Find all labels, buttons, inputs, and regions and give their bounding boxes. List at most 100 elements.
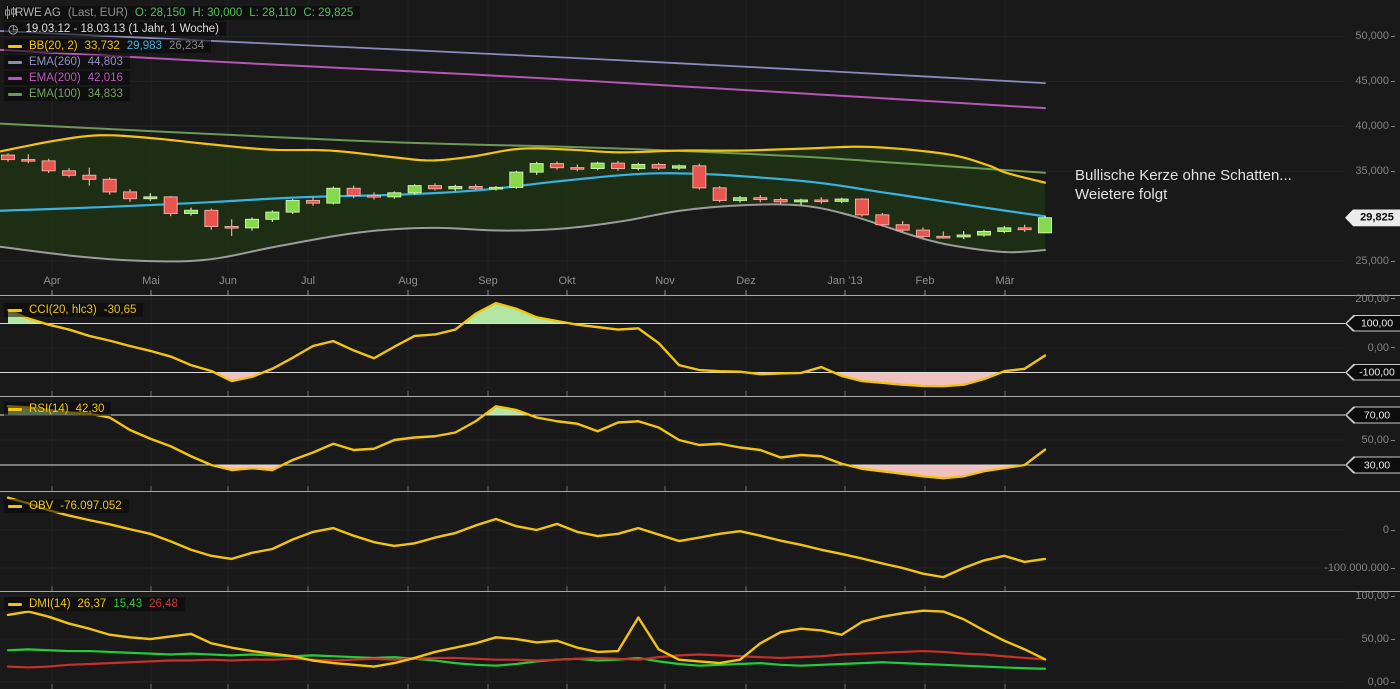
dmi-color-dash: [8, 602, 22, 606]
month-label: Nov: [655, 275, 675, 287]
chart-annotation[interactable]: Bullische Kerze ohne Schatten... Weieter…: [1075, 166, 1292, 204]
y-axis-label: 45,000: [1355, 75, 1395, 87]
y-axis-label: 0: [1383, 524, 1395, 536]
candle-body-down: [305, 199, 320, 204]
obv-name: OBV: [29, 500, 54, 512]
annotation-line-2: Weietere folgt: [1075, 186, 1168, 203]
ema260-name: EMA(260): [29, 56, 81, 68]
ema100-color-dash: [8, 92, 22, 96]
candle-body-down: [773, 199, 788, 203]
candle-body-up: [407, 185, 422, 194]
bb-mid-value: 29,983: [126, 40, 162, 52]
candle-body-down: [895, 224, 910, 231]
candle-body-down: [21, 159, 36, 162]
threshold-badge: 30,00: [1345, 456, 1400, 474]
y-axis-label: 40,000: [1355, 120, 1395, 132]
month-label: Jun: [219, 275, 237, 287]
ema260-color-dash: [8, 60, 22, 64]
rsi-value: 42,30: [75, 403, 105, 415]
obv-color-dash: [8, 504, 22, 508]
month-label: Apr: [43, 275, 61, 287]
threshold-badge: 70,00: [1345, 406, 1400, 424]
threshold-badge: 100,00: [1345, 314, 1400, 332]
y-axis-label: -100.000.000: [1324, 562, 1395, 574]
time-axis[interactable]: Apr Mai Jun Jul Aug Sep Okt Nov Dez Jan '13 Feb Mär: [0, 275, 1400, 293]
ema200-name: EMA(200): [29, 72, 81, 84]
month-label: Jul: [300, 275, 316, 287]
candle-body-up: [387, 192, 402, 198]
candle-body-down: [82, 174, 97, 180]
bb-upper-value: 33,732: [84, 40, 120, 52]
y-axis-label: 0,00: [1368, 342, 1395, 354]
candle-body-up: [488, 186, 503, 190]
bb-legend[interactable]: BB(20, 2) 33,732 29,983 26,234: [4, 39, 212, 53]
ema200-value: 42,016: [87, 72, 123, 84]
candle-body-up: [834, 198, 849, 202]
chart-canvas[interactable]: [0, 0, 1400, 689]
candle-body-down: [549, 163, 564, 169]
cci-legend[interactable]: CCI(20, hlc3) -30,65: [4, 303, 144, 317]
candle-body-down: [468, 186, 483, 189]
rsi-name: RSI(14): [29, 403, 69, 415]
y-axis-label: 35,000: [1355, 165, 1395, 177]
bb-lower-value: 26,234: [168, 40, 205, 52]
obv-line: [6, 496, 1047, 579]
cci-name: CCI(20, hlc3): [29, 304, 97, 316]
ema200-line: [0, 48, 1046, 110]
date-range-legend[interactable]: ◷ 19.03.12 - 18.03.13 (1 Jahr, 1 Woche): [4, 22, 226, 36]
ohlc-low: L: 28,110: [249, 7, 297, 19]
ohlc-high: H: 30,000: [192, 7, 243, 19]
ema200-color-dash: [8, 76, 22, 80]
y-axis-label: 50,000: [1355, 30, 1395, 42]
y-axis-label: 200,00: [1355, 293, 1395, 305]
candle-body-down: [692, 165, 707, 189]
threshold-badge: -100,00: [1345, 363, 1400, 381]
series-type-label: (Last, EUR): [67, 7, 128, 19]
symbol-name: RWE AG: [15, 7, 61, 19]
ema260-legend[interactable]: EMA(260) 44,803: [4, 55, 130, 69]
obv-value: -76.097.052: [60, 500, 122, 512]
candle-body-down: [712, 187, 727, 201]
candle-body-down: [427, 185, 442, 190]
candle-body-up: [183, 209, 198, 214]
clock-icon: ◷: [8, 22, 19, 36]
candle-body-down: [814, 199, 829, 203]
month-label: Aug: [398, 275, 418, 287]
candle-body-down: [163, 196, 178, 214]
candle-body-down: [651, 163, 666, 169]
cci-value: -30,65: [103, 304, 137, 316]
bb-color-dash: [8, 44, 22, 48]
y-axis-label: 100,00: [1355, 590, 1395, 602]
candle-body-up: [509, 171, 524, 188]
candle-body-down: [204, 209, 219, 228]
dmi-minus-di-value: 26,48: [149, 598, 178, 610]
candle-body-up: [244, 218, 259, 229]
candle-body-up: [326, 187, 341, 204]
candle-body-down: [753, 197, 768, 201]
candle-body-down: [1, 154, 15, 161]
rsi-legend[interactable]: RSI(14) 42,30: [4, 402, 112, 416]
obv-legend[interactable]: OBV -76.097.052: [4, 499, 129, 513]
candle-body-down: [102, 178, 117, 193]
month-label: Feb: [915, 275, 935, 287]
ema260-value: 44,803: [87, 56, 123, 68]
y-axis-label: 50,00: [1361, 633, 1395, 645]
ema100-legend[interactable]: EMA(100) 34,833: [4, 87, 130, 101]
ema200-legend[interactable]: EMA(200) 42,016: [4, 71, 130, 85]
symbol-legend[interactable]: RWE AG (Last, EUR) O: 28,150 H: 30,000 L…: [4, 6, 361, 20]
candle-body-down: [346, 187, 361, 196]
candle-body-up: [590, 162, 605, 170]
candle-body-up: [997, 227, 1012, 232]
candle-body-down: [41, 160, 56, 172]
dmi-legend[interactable]: DMI(14) 26,37 15,43 26,48: [4, 597, 185, 611]
candle-body-down: [610, 162, 625, 170]
y-axis-label: 25,000: [1355, 255, 1395, 267]
candle-body-up: [671, 165, 686, 169]
candle-body-down: [61, 170, 76, 176]
candle-body-up: [1037, 217, 1052, 234]
month-label: Mär: [995, 275, 1015, 287]
ema100-value: 34,833: [87, 88, 123, 100]
bb-name: BB(20, 2): [29, 40, 78, 52]
dmi-name: DMI(14): [29, 598, 71, 610]
candle-body-up: [631, 163, 646, 170]
